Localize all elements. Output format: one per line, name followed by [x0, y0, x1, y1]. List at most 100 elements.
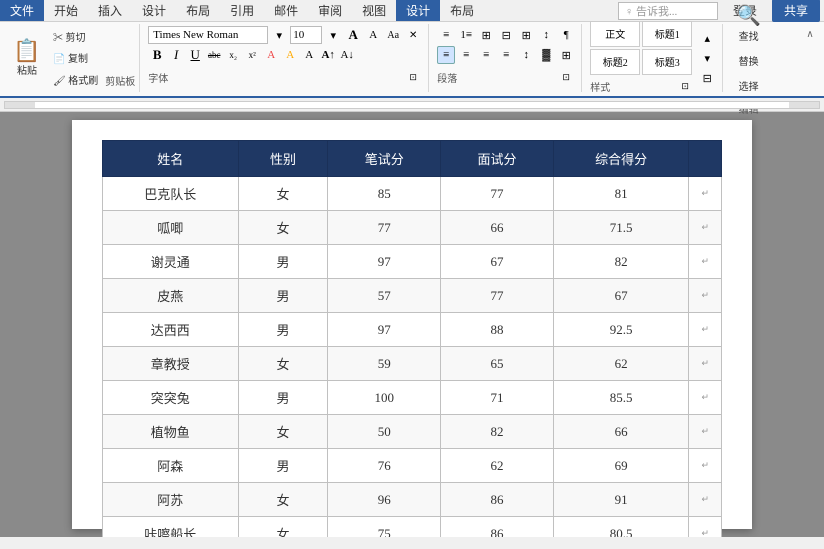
paragraph-group: ≡ 1≡ ⊞ ⊟ ⊞ ↕ ¶ ≡ ≡ ≡ ≡ ↕ ▓ ⊞ 段落 ⊡: [431, 24, 582, 92]
cell-3-0: 皮燕: [103, 279, 239, 313]
font-name-row: Times New Roman ▾ 10 ▾ A A Aa ✕: [148, 26, 422, 44]
bullets-button[interactable]: ≡: [437, 26, 455, 44]
bold-button[interactable]: B: [148, 46, 166, 64]
font-enlarge-button[interactable]: A: [344, 26, 362, 44]
menu-home[interactable]: 开始: [44, 0, 88, 21]
style-heading3[interactable]: 标题3: [642, 49, 692, 75]
style-scroll-down[interactable]: ▾: [698, 49, 716, 67]
para-group-expand[interactable]: ⊡: [557, 68, 575, 86]
para-mark-button[interactable]: ¶: [557, 26, 575, 44]
copy-button[interactable]: 📄 复制: [48, 48, 103, 67]
paste-button[interactable]: 📋 粘贴: [8, 26, 46, 90]
table-row: 阿苏女968691↵: [103, 483, 722, 517]
find-button[interactable]: 🔍 查找: [731, 0, 766, 46]
format-painter-button[interactable]: 🖌 格式刷: [48, 70, 103, 89]
menu-layout2[interactable]: 布局: [440, 0, 484, 21]
menu-view[interactable]: 视图: [352, 0, 396, 21]
cell-5-3: 65: [441, 347, 554, 381]
highlight-button[interactable]: A: [281, 46, 299, 64]
strikethrough-button[interactable]: abc: [205, 46, 223, 64]
font-name-input[interactable]: Times New Roman: [148, 26, 268, 44]
cell-7-4: 66: [553, 415, 689, 449]
menu-design2[interactable]: 设计: [396, 0, 440, 21]
font-enlarge2-button[interactable]: A↑: [319, 46, 337, 64]
multilevel-button[interactable]: ⊞: [477, 26, 495, 44]
cell-3-extra: ↵: [689, 279, 722, 313]
paste-icon: 📋: [13, 40, 40, 62]
header-interview: 面试分: [441, 141, 554, 177]
align-center-button[interactable]: ≡: [457, 46, 475, 64]
cell-2-1: 男: [238, 245, 328, 279]
share-button[interactable]: 共享: [772, 0, 820, 22]
line-spacing-button[interactable]: ↕: [517, 46, 535, 64]
style-group-expand[interactable]: ⊡: [676, 78, 694, 96]
style-normal[interactable]: 正文: [590, 21, 640, 47]
replace-button[interactable]: 替换: [734, 50, 764, 71]
font-color2-button[interactable]: A: [300, 46, 318, 64]
align-right-button[interactable]: ≡: [477, 46, 495, 64]
subscript-button[interactable]: x₂: [224, 46, 242, 64]
find-icon: 🔍: [736, 3, 761, 28]
cell-0-2: 85: [328, 177, 441, 211]
menu-file[interactable]: 文件: [0, 0, 44, 21]
tell-me-input[interactable]: ♀ 告诉我...: [618, 2, 718, 20]
indent-increase-button[interactable]: ⊞: [517, 26, 535, 44]
align-left-button[interactable]: ≡: [437, 46, 455, 64]
font-shrink-button[interactable]: A: [364, 26, 382, 44]
font-name-dropdown[interactable]: ▾: [270, 26, 288, 44]
cell-6-0: 突突兔: [103, 381, 239, 415]
font-size-input[interactable]: 10: [290, 26, 322, 44]
header-gender: 性别: [238, 141, 328, 177]
font-shrink2-button[interactable]: A↓: [338, 46, 356, 64]
menu-review[interactable]: 审阅: [308, 0, 352, 21]
clipboard-label: 剪贴板: [105, 73, 135, 88]
shading-button[interactable]: ▓: [537, 46, 555, 64]
cell-5-4: 62: [553, 347, 689, 381]
cell-4-4: 92.5: [553, 313, 689, 347]
cell-2-extra: ↵: [689, 245, 722, 279]
cell-7-extra: ↵: [689, 415, 722, 449]
menu-design1[interactable]: 设计: [132, 0, 176, 21]
cell-8-2: 76: [328, 449, 441, 483]
table-row: 阿森男766269↵: [103, 449, 722, 483]
menu-layout1[interactable]: 布局: [176, 0, 220, 21]
italic-button[interactable]: I: [167, 46, 185, 64]
cell-3-1: 男: [238, 279, 328, 313]
clear-format-button[interactable]: ✕: [404, 26, 422, 44]
menu-insert[interactable]: 插入: [88, 0, 132, 21]
indent-decrease-button[interactable]: ⊟: [497, 26, 515, 44]
font-size-dropdown[interactable]: ▾: [324, 26, 342, 44]
numbering-button[interactable]: 1≡: [457, 26, 475, 44]
table-row: 突突兔男1007185.5↵: [103, 381, 722, 415]
cell-1-4: 71.5: [553, 211, 689, 245]
select-button[interactable]: 选择: [734, 75, 764, 96]
underline-button[interactable]: U: [186, 46, 204, 64]
cell-10-extra: ↵: [689, 517, 722, 538]
style-more[interactable]: ⊟: [698, 69, 716, 87]
cell-2-3: 67: [441, 245, 554, 279]
cell-8-1: 男: [238, 449, 328, 483]
cell-0-1: 女: [238, 177, 328, 211]
font-case-button[interactable]: Aa: [384, 26, 402, 44]
cell-10-0: 咔嚓船长: [103, 517, 239, 538]
menu-bar: 文件 开始 插入 设计 布局 引用 邮件 审阅 视图 设计 布局 ♀ 告诉我..…: [0, 0, 824, 22]
font-group-expand[interactable]: ⊡: [404, 68, 422, 86]
style-scroll-up[interactable]: ▴: [698, 29, 716, 47]
style-heading1[interactable]: 标题1: [642, 21, 692, 47]
cell-3-3: 77: [441, 279, 554, 313]
style-heading2[interactable]: 标题2: [590, 49, 640, 75]
menu-mailings[interactable]: 邮件: [264, 0, 308, 21]
border-button[interactable]: ⊞: [557, 46, 575, 64]
cut-button[interactable]: ✂ 剪切: [48, 27, 103, 46]
ribbon: 📋 粘贴 ✂ 剪切 📄 复制 🖌 格式刷 剪贴板 Times New Roman…: [0, 22, 824, 98]
justify-button[interactable]: ≡: [497, 46, 515, 64]
style-scroll-arrows: ▴ ▾ ⊟: [698, 29, 716, 87]
table-row: 植物鱼女508266↵: [103, 415, 722, 449]
menu-references[interactable]: 引用: [220, 0, 264, 21]
font-color-button[interactable]: A: [262, 46, 280, 64]
cell-4-3: 88: [441, 313, 554, 347]
collapse-ribbon-button[interactable]: ∧: [802, 26, 818, 42]
sort-button[interactable]: ↕: [537, 26, 555, 44]
table-row: 呱唧女776671.5↵: [103, 211, 722, 245]
superscript-button[interactable]: x²: [243, 46, 261, 64]
